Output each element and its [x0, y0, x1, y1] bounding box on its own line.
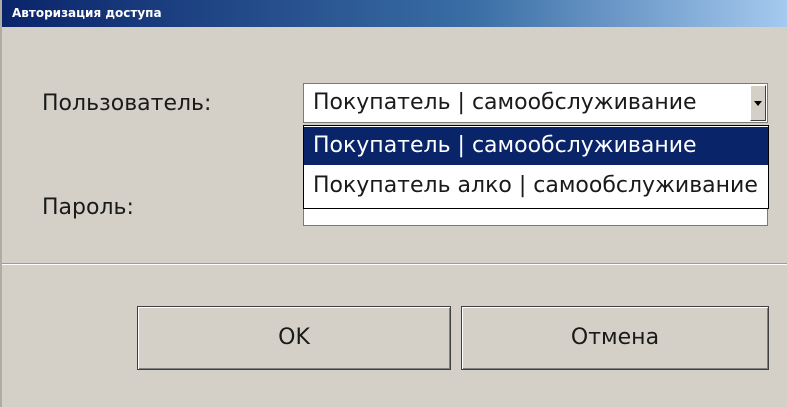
user-label: Пользователь: — [42, 91, 212, 116]
combo-dropdown-button[interactable] — [750, 85, 766, 121]
window-title: Авторизация доступа — [12, 6, 162, 20]
ok-button[interactable]: OK — [137, 306, 451, 370]
dropdown-option[interactable]: Покупатель алко | самообслуживание — [304, 167, 768, 205]
user-dropdown-list: Покупатель | самообслуживание Покупатель… — [303, 125, 769, 209]
divider — [2, 263, 787, 265]
chevron-down-icon — [754, 101, 762, 106]
title-bar[interactable]: Авторизация доступа — [2, 0, 787, 27]
user-combobox-value: Покупатель | самообслуживание — [313, 90, 697, 115]
dropdown-option-selected[interactable]: Покупатель | самообслуживание — [304, 127, 768, 165]
auth-dialog: Авторизация доступа Пользователь: Покупа… — [0, 0, 787, 407]
password-label: Пароль: — [42, 195, 134, 220]
user-combobox[interactable]: Покупатель | самообслуживание — [303, 83, 768, 123]
cancel-button[interactable]: Отмена — [461, 306, 769, 370]
